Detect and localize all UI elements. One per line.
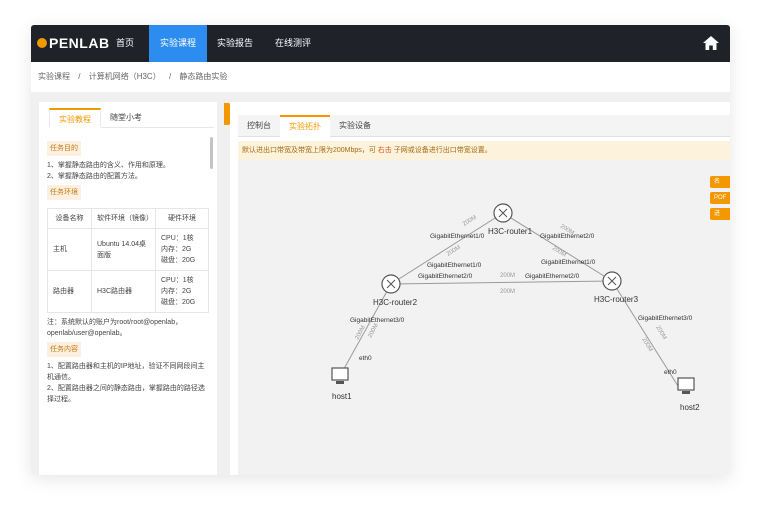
nav-home[interactable]: 首页 [111,25,139,62]
interface-label: GigabitEthernet1/0 [430,233,485,240]
openlab-logo[interactable]: PENLAB [37,35,110,51]
node-label: host1 [332,392,352,401]
section-objective-title: 任务目的 [47,141,81,156]
bandwidth-label: 200M [500,273,515,279]
bandwidth-label: 200M [367,323,379,339]
table-cell: CPU：1核 内存：2G 磁盘：20G [155,270,209,313]
table-header: 软件环境（镜像） [91,208,156,229]
breadcrumb-course[interactable]: 计算机网络（H3C） [89,72,161,81]
tutorial-tabs: 实验教程 随堂小考 [49,108,214,128]
table-cell: 主机 [47,228,92,271]
node-label: H3C-router3 [594,295,639,304]
tab-tutorial[interactable]: 实验教程 [49,108,101,128]
app-window: PENLAB 首页 实验课程 实验报告 在线测评 实验课程 / 计算机网络（H3… [31,25,730,475]
interface-label: GigabitEthernet1/0 [427,262,482,269]
env-table: 设备名称 软件环境（镜像） 硬件环境 主机 Ubuntu 14.04桌面版 CP… [47,208,209,313]
side-button[interactable]: 进 [710,208,730,220]
tab-devices[interactable]: 实验设备 [330,115,380,137]
nav-reports[interactable]: 实验报告 [211,25,259,62]
interface-label: GigabitEthernet2/0 [525,273,580,280]
node-label: host2 [680,403,700,412]
notice-text: 默认进出口带宽及带宽上限为200Mbps，可 [242,147,376,154]
table-cell: CPU：1核 内存：2G 磁盘：20G [155,228,209,271]
logo-o-mark [37,38,47,48]
bandwidth-label: 200M [462,215,478,228]
hw-line: 内存：2G [161,288,192,295]
breadcrumb-current: 静态路由实验 [179,72,228,81]
content-line: 1、配置路由器和主机的IP地址，验证不同网段间主机通信。 [47,363,205,381]
interface-label: GigabitEthernet3/0 [350,317,405,324]
hw-line: CPU：1核 [161,235,194,242]
table-row: 主机 Ubuntu 14.04桌面版 CPU：1核 内存：2G 磁盘：20G [47,228,209,271]
interface-label: eth0 [664,369,677,376]
breadcrumb: 实验课程 / 计算机网络（H3C） / 静态路由实验 [31,62,730,92]
interface-label: GigabitEthernet2/0 [418,273,473,280]
table-header: 硬件环境 [155,208,209,229]
nav-assessment[interactable]: 在线测评 [269,25,317,62]
bandwidth-label: 200M [446,245,462,258]
tab-console[interactable]: 控制台 [238,115,280,137]
breadcrumb-sep: / [168,72,172,81]
bandwidth-label: 200M [640,337,653,353]
router-icon[interactable] [381,274,401,294]
objective-line: 1、掌握静态路由的含义、作用和原理。 [47,162,170,169]
tab-quiz[interactable]: 随堂小考 [101,108,151,128]
bandwidth-notice: 默认进出口带宽及带宽上限为200Mbps，可 右击 子网或设备进行出口带宽设置。 [238,141,730,160]
host-computer-icon[interactable] [331,367,349,384]
interface-label: eth0 [359,355,372,362]
bandwidth-label: 200M [354,325,366,341]
hw-line: 内存：2G [161,246,192,253]
breadcrumb-courses[interactable]: 实验课程 [38,72,70,81]
table-header-row: 设备名称 软件环境（镜像） 硬件环境 [47,208,209,229]
interface-label: GigabitEthernet3/0 [638,315,693,322]
table-cell: Ubuntu 14.04桌面版 [91,228,156,271]
lab-tabs: 控制台 实验拓扑 实验设备 [238,115,730,137]
top-nav-bar: PENLAB 首页 实验课程 实验报告 在线测评 [31,25,730,62]
bandwidth-label: 200M [551,246,567,259]
tutorial-content: 任务目的 1、掌握静态路由的含义、作用和原理。 2、掌握静态路由的配置方法。 任… [47,138,209,405]
tab-topology[interactable]: 实验拓扑 [280,115,330,137]
side-button[interactable]: 名 [710,176,730,188]
table-cell: H3C路由器 [91,270,156,313]
interface-label: GigabitEthernet1/0 [541,259,596,266]
table-header: 设备名称 [47,208,92,229]
section-env-title: 任务环境 [47,185,81,200]
bandwidth-label: 200M [500,289,515,295]
link-r2-r3[interactable] [390,280,613,285]
account-note: 注：系统默认的账户为root/root@openlab，openlab/user… [47,319,183,337]
section-content-title: 任务内容 [47,342,81,357]
side-button[interactable]: POF [710,192,730,204]
objective-line: 2、掌握静态路由的配置方法。 [47,173,142,180]
router-icon[interactable] [493,203,513,223]
lab-panel: 控制台 实验拓扑 实验设备 默认进出口带宽及带宽上限为200Mbps，可 右击 … [230,102,730,475]
tutorial-scrollbar[interactable] [210,137,213,169]
notice-text: 子网或设备进行出口带宽设置。 [393,147,492,154]
logo-text: PENLAB [49,35,110,51]
home-icon[interactable] [703,36,719,50]
notice-highlight: 右击 [377,147,392,154]
node-label: H3C-router1 [488,227,533,236]
host-computer-icon[interactable] [677,377,695,394]
content-line: 2、配置路由器之间的静态路由，掌握路由的路径选择过程。 [47,385,205,403]
bandwidth-label: 200M [654,325,667,341]
breadcrumb-sep: / [78,72,81,81]
interface-label: GigabitEthernet2/0 [540,233,595,240]
topology-canvas[interactable]: 名 POF 进 H3C-router1 H3C-router2 H3C-rout… [238,160,730,475]
nav-courses[interactable]: 实验课程 [149,25,207,62]
table-cell: 路由器 [47,270,92,313]
table-row: 路由器 H3C路由器 CPU：1核 内存：2G 磁盘：20G [47,270,209,313]
topology-diagram: H3C-router1 H3C-router2 H3C-router3 host… [331,203,700,412]
tutorial-panel: 实验教程 随堂小考 任务目的 1、掌握静态路由的含义、作用和原理。 2、掌握静态… [39,102,217,475]
router-icon[interactable] [602,271,622,291]
node-label: H3C-router2 [373,298,418,307]
hw-line: 磁盘：20G [161,257,196,264]
hw-line: CPU：1核 [161,277,194,284]
hw-line: 磁盘：20G [161,299,196,306]
